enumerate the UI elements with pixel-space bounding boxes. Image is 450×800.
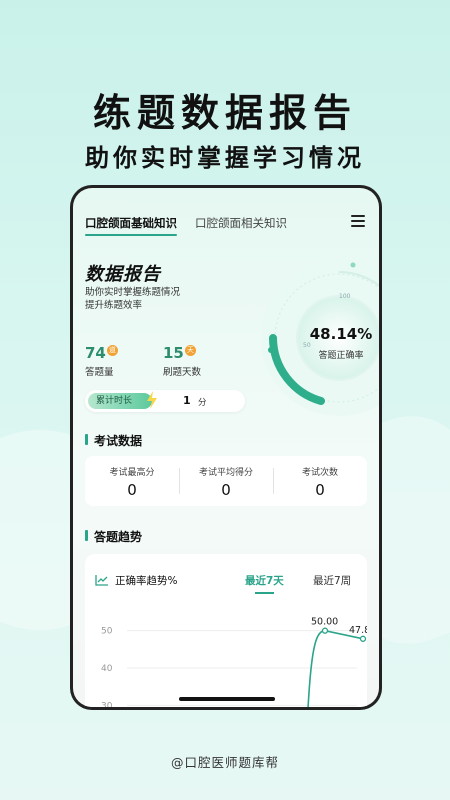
- hamburger-menu-icon[interactable]: [351, 215, 365, 227]
- phone-frame: 口腔颌面基础知识 口腔颌面相关知识 数据报告 助你实时掌握练题情况 提升练题效率…: [70, 185, 382, 710]
- section-exam-title: 考试数据: [85, 432, 142, 449]
- promo-footer: @口腔医师题库帮: [170, 755, 279, 770]
- report-desc-line1: 助你实时掌握练题情况: [85, 287, 181, 298]
- tab-last-7-weeks[interactable]: 最近7周: [313, 573, 351, 588]
- stat-badge: 天: [184, 345, 196, 356]
- exam-avg-score: 考试平均得分 0: [179, 456, 273, 506]
- lightning-icon: [147, 391, 157, 409]
- report-description: 助你实时掌握练题情况 提升练题效率: [85, 286, 210, 312]
- gauge-label: 答题正确率: [318, 351, 364, 361]
- trend-chart-icon: [95, 575, 108, 586]
- duration-tag: 累计时长: [88, 393, 152, 409]
- tab-related-knowledge[interactable]: 口腔颌面相关知识: [195, 215, 287, 231]
- stat-value: 74: [85, 344, 106, 362]
- data-label: 47.82: [349, 625, 367, 636]
- duration-unit: 分: [198, 398, 207, 408]
- gauge-value: 48.14%: [309, 325, 373, 343]
- exam-value: 0: [315, 481, 325, 499]
- series-line: [307, 629, 364, 707]
- data-point: [321, 627, 329, 634]
- tab-basic-knowledge[interactable]: 口腔颌面基础知识: [85, 215, 177, 236]
- stat-value: 15: [163, 344, 184, 362]
- section-trend-title: 答题趋势: [85, 528, 142, 545]
- exam-label: 考试次数: [301, 468, 338, 478]
- trend-header: 正确率趋势% 最近7天 最近7周: [95, 573, 357, 594]
- app-screen: 口腔颌面基础知识 口腔颌面相关知识 数据报告 助你实时掌握练题情况 提升练题效率…: [73, 188, 379, 707]
- stat-badge: 道: [106, 345, 118, 356]
- exam-count: 考试次数 0: [273, 456, 367, 506]
- y-tick-label: 30: [101, 701, 113, 707]
- stat-label: 刷题天数: [163, 367, 202, 378]
- exam-label: 考试平均得分: [198, 468, 253, 478]
- trend-line-chart: 50 40 30 50.00 47.82: [101, 617, 367, 707]
- duration-value: 1: [183, 394, 191, 407]
- data-label: 50.00: [311, 617, 338, 628]
- exam-stats-card: 考试最高分 0 考试平均得分 0 考试次数 0: [85, 456, 367, 506]
- exam-label: 考试最高分: [109, 468, 155, 478]
- promo-headline: 练题数据报告: [92, 91, 357, 135]
- stat-answer-count: 74 道 答题量: [85, 343, 118, 378]
- report-desc-line2: 提升练题效率: [85, 300, 143, 311]
- exam-value: 0: [221, 481, 231, 499]
- stat-label: 答题量: [85, 367, 114, 378]
- gauge-marker: [268, 347, 274, 353]
- tab-last-7-days[interactable]: 最近7天: [245, 573, 284, 594]
- subject-tabs: 口腔颌面基础知识 口腔颌面相关知识: [85, 212, 367, 236]
- y-tick-label: 40: [101, 664, 113, 674]
- exam-max-score: 考试最高分 0: [85, 456, 179, 506]
- gauge-tick-100: 100: [339, 293, 351, 300]
- home-indicator: [179, 697, 275, 701]
- exam-value: 0: [127, 481, 137, 499]
- promo-subline: 助你实时掌握学习情况: [85, 144, 365, 172]
- data-point: [359, 635, 367, 642]
- trend-card: 正确率趋势% 最近7天 最近7周 50 40 30 50.00 47.82: [85, 554, 367, 707]
- cumulative-duration: 累计时长 1 分: [85, 390, 245, 412]
- trend-title: 正确率趋势%: [115, 575, 178, 587]
- report-title: 数据报告: [85, 260, 161, 286]
- stat-practice-days: 15 天 刷题天数: [163, 343, 201, 378]
- y-tick-label: 50: [101, 627, 113, 637]
- gauge-top-dot: [350, 262, 356, 268]
